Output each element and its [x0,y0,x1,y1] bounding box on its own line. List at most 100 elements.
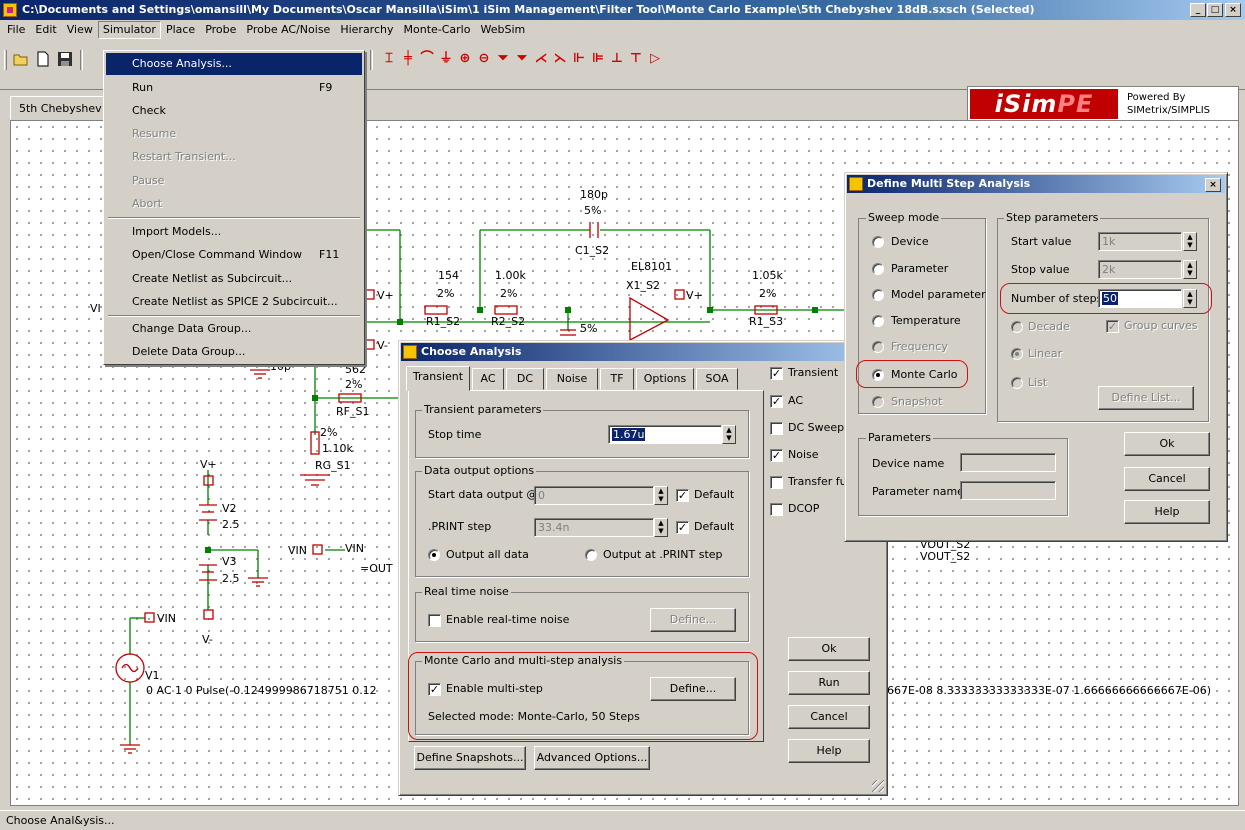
menu-simulator[interactable]: Simulator [97,21,161,39]
component-inductor-icon[interactable]: ⌒ [420,50,434,68]
start-default-checkbox[interactable]: ✓ [676,489,689,502]
menu-item-command-window[interactable]: Open/Close Command Window F11 [106,244,362,266]
start-data-spinner[interactable]: ▲ ▼ [654,486,668,505]
tab-tf[interactable]: TF [600,368,634,390]
menu-monte-carlo[interactable]: Monte-Carlo [399,21,476,39]
component-pjfet-icon[interactable]: ⊤ [629,50,643,68]
menu-probe[interactable]: Probe [200,21,241,39]
analysis-run-button[interactable]: Run [788,671,870,695]
analysis-cancel-button[interactable]: Cancel [788,705,870,729]
menu-item-netlist-subcircuit[interactable]: Create Netlist as Subcircuit... [106,268,362,290]
multi-step-help-button[interactable]: Help [1124,500,1210,524]
analysis-help-button[interactable]: Help [788,739,870,763]
component-capacitor-icon[interactable]: ╪ [401,50,415,68]
print-default-checkbox[interactable]: ✓ [676,521,689,534]
sweep-device-radio[interactable] [872,236,884,248]
open-folder-icon[interactable] [12,50,30,68]
close-button[interactable]: × [1225,3,1241,17]
print-default-label: Default [694,520,735,533]
menu-hierarchy[interactable]: Hierarchy [335,21,398,39]
start-value-spinner[interactable]: ▲ ▼ [1183,232,1197,251]
stop-value-field[interactable]: 2k [1098,260,1182,279]
menu-item-netlist-spice2[interactable]: Create Netlist as SPICE 2 Subcircuit... [106,291,362,313]
component-opamp-icon[interactable]: ▷ [648,50,662,68]
save-icon[interactable] [56,50,74,68]
menu-item-change-data-group[interactable]: Change Data Group... [106,318,362,340]
menu-edit[interactable]: Edit [30,21,61,39]
component-diode-icon[interactable]: ⏷ [496,50,510,68]
tab-transient[interactable]: Transient [406,366,470,391]
choose-analysis-title[interactable]: Choose Analysis [401,343,885,361]
output-print-radio[interactable] [585,549,597,561]
menu-item-delete-data-group[interactable]: Delete Data Group... [106,341,362,363]
tab-dc[interactable]: DC [506,368,544,390]
linear-label: Linear [1028,347,1063,360]
define-snapshots-button[interactable]: Define Snapshots... [414,746,526,770]
sweep-parameter-radio[interactable] [872,263,884,275]
menu-item-check[interactable]: Check [106,100,362,122]
analysis-dc-sweep-checkbox[interactable] [770,422,783,435]
component-njfet-icon[interactable]: ⊥ [610,50,624,68]
v2-name: V2 [222,502,237,515]
component-pmos-icon[interactable]: ⊫ [591,50,605,68]
menu-view[interactable]: View [62,21,98,39]
new-file-icon[interactable] [34,50,52,68]
menu-item-choose-analysis[interactable]: Choose Analysis... [106,53,362,75]
stop-time-field[interactable]: 1.67u [608,425,722,444]
rf-tolerance: 2% [345,378,362,391]
component-npn-icon[interactable]: ⋌ [534,50,548,68]
multi-step-cancel-button[interactable]: Cancel [1124,467,1210,491]
component-nmos-icon[interactable]: ⊩ [572,50,586,68]
component-current-source-icon[interactable]: ⊖ [477,50,491,68]
component-zener-icon[interactable]: ⏷ [515,50,529,68]
amp-part: EL8101 [631,260,672,273]
window-title-bar[interactable]: C:\Documents and Settings\omansill\My Do… [0,0,1245,20]
tab-ac[interactable]: AC [472,368,504,390]
analysis-transfer-checkbox[interactable] [770,476,783,489]
list-label: List [1028,376,1048,389]
print-step-field[interactable]: 33.4n [534,518,654,537]
realtime-noise-checkbox[interactable] [428,614,441,627]
resize-grip[interactable] [872,780,884,792]
multi-step-title[interactable]: Define Multi Step Analysis [847,175,1225,193]
component-resistor-icon[interactable]: ⌶ [382,50,396,68]
output-all-radio[interactable] [428,549,440,561]
analysis-noise-checkbox[interactable]: ✓ [770,449,783,462]
analysis-ac-checkbox[interactable]: ✓ [770,395,783,408]
menu-item-import-models[interactable]: Import Models... [106,221,362,243]
maximize-button[interactable]: □ [1207,3,1223,17]
realtime-noise-enable-label: Enable real-time noise [446,613,570,626]
analysis-ok-button[interactable]: Ok [788,637,870,661]
menu-file[interactable]: File [2,21,30,39]
tab-soa[interactable]: SOA [696,368,738,390]
stop-value-spinner[interactable]: ▲ ▼ [1183,260,1197,279]
parameter-name-field[interactable] [960,481,1056,500]
menu-item-run[interactable]: Run F9 [106,77,362,99]
multi-step-close-button[interactable]: × [1205,178,1221,192]
menu-probe-ac-noise[interactable]: Probe AC/Noise [241,21,335,39]
start-data-field[interactable]: 0 [534,486,654,505]
tab-noise[interactable]: Noise [546,368,598,390]
minimize-button[interactable]: _ [1190,3,1206,17]
list-radio [1011,377,1023,389]
advanced-options-button[interactable]: Advanced Options... [534,746,650,770]
device-name-field[interactable] [960,453,1056,472]
analysis-dcop-checkbox[interactable] [770,503,783,516]
print-step-spinner[interactable]: ▲ ▼ [654,518,668,537]
tab-options[interactable]: Options [636,368,694,390]
stop-time-spinner[interactable]: ▲ ▼ [722,425,736,444]
menu-websim[interactable]: WebSim [475,21,530,39]
component-pnp-icon[interactable]: ⋋ [553,50,567,68]
multi-step-ok-button[interactable]: Ok [1124,432,1210,456]
analysis-transient-checkbox[interactable]: ✓ [770,367,783,380]
component-source-icon[interactable]: ⊕ [458,50,472,68]
analysis-transient-label: Transient [788,366,839,379]
menu-place[interactable]: Place [161,21,200,39]
sweep-temperature-radio[interactable] [872,315,884,327]
start-value-field[interactable]: 1k [1098,232,1182,251]
component-ground-icon[interactable]: ⏚ [439,50,453,68]
realtime-noise-define-button[interactable]: Define... [650,608,736,632]
sweep-model-parameter-radio[interactable] [872,289,884,301]
document-tab[interactable]: 5th Chebyshev [10,96,104,120]
dialog-app-icon [849,177,863,191]
